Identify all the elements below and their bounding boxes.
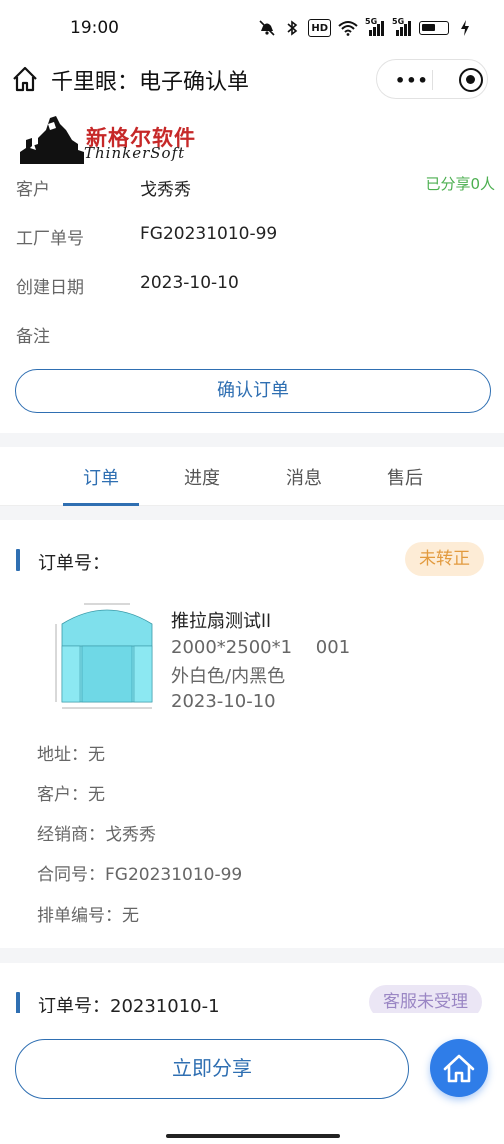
factory-no-label: 工厂单号: [16, 229, 84, 249]
section-marker: [16, 992, 20, 1013]
confirm-order-button[interactable]: 确认订单: [15, 369, 491, 413]
customer-label: 客户: [16, 180, 50, 200]
customer-value: 戈秀秀: [140, 180, 191, 200]
hd-icon: HD: [308, 19, 331, 37]
mute-icon: [258, 19, 276, 37]
charging-icon: [456, 19, 474, 37]
battery-fill: [422, 24, 435, 31]
active-tab-indicator: [63, 503, 139, 506]
home-icon[interactable]: [10, 64, 40, 94]
mini-program-capsule: •••: [376, 59, 488, 99]
status-badge: 未转正: [405, 542, 484, 576]
page-title: 千里眼：电子确认单: [51, 70, 250, 95]
created-date-row: 创建日期 2023-10-10: [16, 273, 239, 298]
status-badge: 客服未受理: [369, 985, 482, 1013]
bluetooth-icon: [283, 19, 301, 37]
product-date: 2023-10-10: [171, 691, 276, 712]
order-dealer: 经销商：戈秀秀: [37, 825, 156, 845]
tab-bar: 订单 进度 消息 售后: [0, 447, 504, 506]
gorilla-logo-icon: [20, 116, 84, 164]
product-spec: 2000*2500*1 001: [171, 637, 351, 658]
product-name: 推拉扇测试ll: [171, 611, 272, 632]
order-schedule-no: 排单编号：无: [37, 906, 139, 926]
wifi-icon: [338, 19, 358, 37]
window-drawing-thumbnail: [50, 600, 160, 720]
close-miniprogram-icon[interactable]: [459, 68, 483, 92]
section-marker: [16, 549, 20, 571]
status-bar: 19:00 HD 5G 5G: [0, 0, 504, 56]
battery-icon: [419, 21, 449, 35]
shared-count: 已分享0人: [425, 175, 495, 193]
order-card[interactable]: 订单号： 未转正 推拉扇测试ll 2000*2500*1 001 外白色/内黑色…: [0, 520, 504, 948]
capsule-divider: [432, 70, 433, 90]
created-date-label: 创建日期: [16, 278, 84, 298]
order-contract: 合同号：FG20231010-99: [37, 865, 243, 885]
tab-order[interactable]: 订单: [83, 464, 119, 490]
bottom-action-bar: 立即分享: [0, 1013, 504, 1144]
home-fab-button[interactable]: [430, 1039, 488, 1097]
signal-5g-label: 5G: [392, 17, 405, 26]
order-address: 地址：无: [37, 745, 105, 765]
share-now-button[interactable]: 立即分享: [15, 1039, 409, 1099]
order-info-card: 新格尔软件 ThinkerSoft 客户 戈秀秀 已分享0人 工厂单号 FG20…: [0, 102, 504, 433]
order-number: 订单号：20231010-1: [38, 996, 220, 1013]
brand-logo: 新格尔软件 ThinkerSoft: [20, 114, 202, 164]
product-color: 外白色/内黑色: [171, 666, 286, 687]
remark-row: 备注: [16, 322, 50, 347]
navigation-bar: 千里眼：电子确认单 •••: [0, 56, 504, 102]
remark-label: 备注: [16, 327, 50, 347]
home-indicator[interactable]: [166, 1134, 340, 1138]
signal-5g-icon: 5G: [392, 17, 412, 37]
brand-name-en: ThinkerSoft: [84, 144, 186, 162]
more-menu-icon[interactable]: •••: [395, 71, 429, 90]
factory-no-row: 工厂单号 FG20231010-99: [16, 224, 277, 249]
home-icon: [443, 1054, 475, 1083]
created-date-value: 2023-10-10: [140, 273, 239, 293]
customer-row: 客户 戈秀秀: [16, 175, 191, 200]
tab-progress[interactable]: 进度: [184, 464, 220, 490]
signal-5g-label: 5G: [365, 17, 378, 26]
status-time: 19:00: [70, 18, 119, 38]
status-icons: HD 5G 5G: [258, 17, 474, 37]
order-card[interactable]: 订单号：20231010-1 客服未受理: [0, 963, 504, 1013]
order-number: 订单号：: [38, 553, 110, 574]
tab-after-sales[interactable]: 售后: [387, 464, 423, 490]
tab-messages[interactable]: 消息: [286, 464, 322, 490]
signal-5g-icon: 5G: [365, 17, 385, 37]
factory-no-value: FG20231010-99: [140, 224, 278, 244]
order-customer: 客户：无: [37, 785, 105, 805]
